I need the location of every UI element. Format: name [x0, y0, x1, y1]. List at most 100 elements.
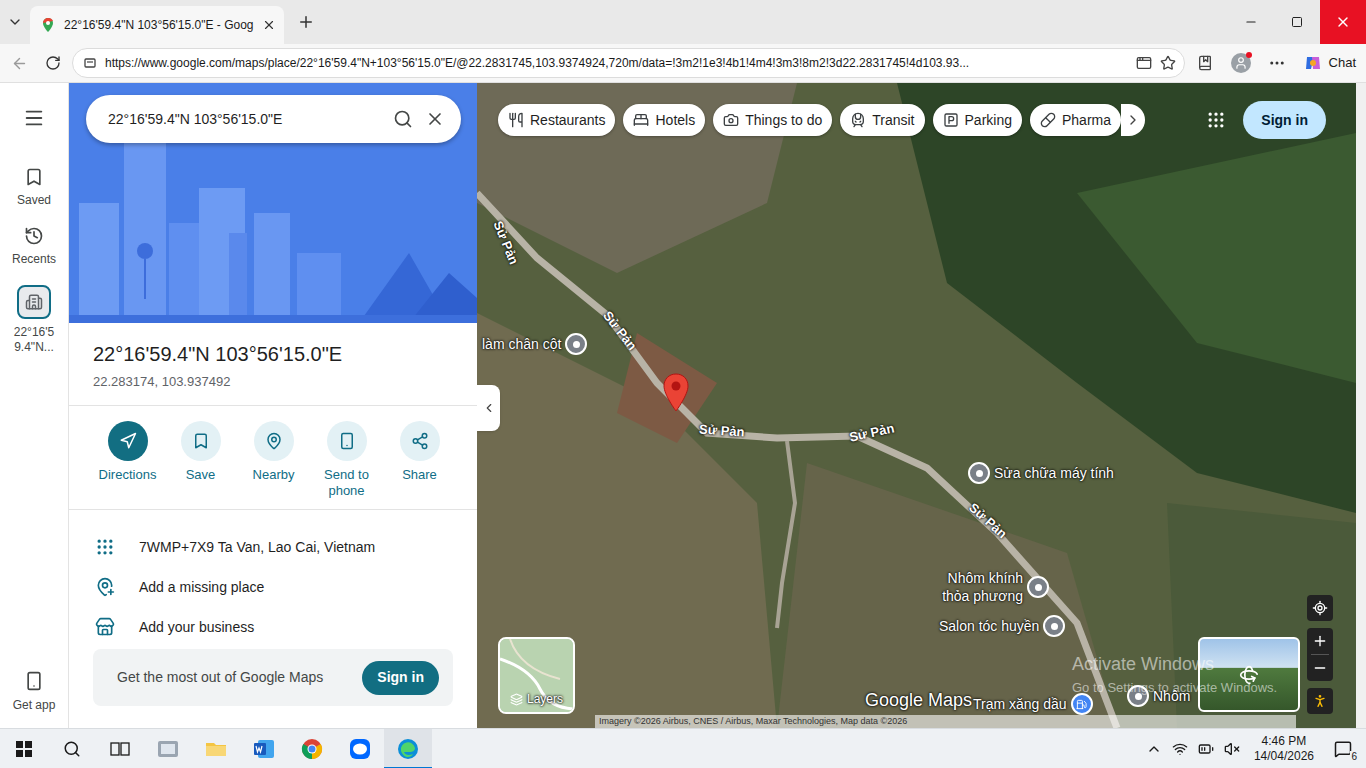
- promo-sign-in-button[interactable]: Sign in: [362, 661, 439, 695]
- action-button[interactable]: Send to phone: [310, 421, 383, 499]
- chips-next-button[interactable]: [1121, 104, 1145, 136]
- street-view-thumbnail[interactable]: [1198, 637, 1300, 712]
- map-place[interactable]: làm chân cột: [482, 333, 587, 355]
- maximize-button[interactable]: [1274, 0, 1320, 44]
- action-label: Save: [186, 467, 216, 483]
- place-pin-icon[interactable]: [968, 462, 990, 484]
- map-place[interactable]: Salon tóc huyền: [939, 615, 1065, 637]
- new-tab-button[interactable]: [284, 0, 328, 44]
- refresh-button[interactable]: [38, 48, 68, 78]
- map-place[interactable]: Nhôm: [1127, 685, 1190, 707]
- my-location-button[interactable]: [1307, 595, 1333, 621]
- category-chip[interactable]: Things to do: [713, 104, 832, 136]
- tray-overflow-icon[interactable]: [1146, 741, 1162, 757]
- clear-search-icon[interactable]: [425, 109, 445, 129]
- rail-item[interactable]: Recents: [4, 226, 64, 267]
- copilot-chat-button[interactable]: Chat: [1297, 48, 1362, 78]
- rail-item[interactable]: Saved: [4, 167, 64, 208]
- pegman-icon: [1312, 693, 1328, 709]
- map-place[interactable]: Nhôm khính thỏa phương: [929, 569, 1049, 605]
- chip-label: Restaurants: [530, 110, 605, 131]
- map-canvas[interactable]: Sử PảnSử PảnSử PảnSử PảnSử Pảnlàm chân c…: [477, 83, 1356, 728]
- action-button[interactable]: Directions: [91, 421, 164, 499]
- profile-button[interactable]: [1225, 48, 1257, 78]
- place-pin-icon[interactable]: [565, 333, 587, 355]
- action-circle: [254, 421, 294, 461]
- action-button[interactable]: Nearby: [237, 421, 310, 499]
- taskbar-search-button[interactable]: [48, 729, 96, 768]
- photos-taskbar-app[interactable]: [144, 729, 192, 768]
- menu-icon[interactable]: [23, 107, 45, 129]
- tab-actions-button[interactable]: [0, 0, 30, 44]
- battery-icon[interactable]: [1198, 741, 1214, 757]
- gas-pin-icon[interactable]: [1071, 693, 1093, 715]
- back-button[interactable]: [4, 48, 34, 78]
- share-icon: [411, 432, 429, 450]
- zoom-out-button[interactable]: [1312, 655, 1328, 681]
- explorer-taskbar-app[interactable]: [192, 729, 240, 768]
- favorite-star-icon[interactable]: [1160, 55, 1176, 71]
- get-app-button[interactable]: Get app: [13, 671, 56, 714]
- chrome-taskbar-app[interactable]: [288, 729, 336, 768]
- minimize-button[interactable]: [1228, 0, 1274, 44]
- action-button[interactable]: Save: [164, 421, 237, 499]
- app-available-icon[interactable]: [1136, 55, 1152, 71]
- info-row[interactable]: Add your business: [69, 607, 477, 647]
- page-scrollbar[interactable]: [1356, 83, 1366, 728]
- place-label[interactable]: Nhôm: [1153, 686, 1190, 707]
- info-row[interactable]: Add a missing place: [69, 567, 477, 607]
- place-label[interactable]: Sửa chữa máy tính: [994, 463, 1114, 484]
- get-app-icon: [24, 671, 44, 691]
- notification-button[interactable]: 6: [1328, 734, 1358, 764]
- collapse-panel-button[interactable]: [477, 385, 500, 431]
- map-place[interactable]: Trạm xăng dầu: [973, 693, 1093, 715]
- layers-button[interactable]: Layers: [498, 637, 575, 714]
- pegman-button[interactable]: [1307, 688, 1333, 714]
- task-view-button[interactable]: [96, 729, 144, 768]
- map-place[interactable]: Sửa chữa máy tính: [968, 462, 1114, 484]
- profile-icon: [1234, 56, 1248, 70]
- attribution-text: Imagery ©2026 Airbus, CNES / Airbus, Max…: [599, 715, 907, 728]
- place-pin-icon[interactable]: [1127, 685, 1149, 707]
- search-icon[interactable]: [393, 109, 413, 129]
- close-tab-icon[interactable]: [262, 18, 276, 32]
- saved-icon: [24, 167, 44, 187]
- rail-item[interactable]: 22°16'59.4"N...: [4, 285, 64, 355]
- search-box[interactable]: 22°16'59.4"N 103°56'15.0"E: [86, 95, 461, 143]
- place-label[interactable]: Trạm xăng dầu: [973, 694, 1067, 715]
- site-info-icon: [83, 56, 97, 70]
- map-sign-in-button[interactable]: Sign in: [1243, 101, 1326, 139]
- zalo-taskbar-app[interactable]: [336, 729, 384, 768]
- edge-taskbar-app[interactable]: [384, 729, 432, 768]
- taskbar-search-icon: [63, 740, 81, 758]
- category-chip[interactable]: Hotels: [623, 104, 705, 136]
- start-button[interactable]: [0, 729, 48, 768]
- more-button[interactable]: [1261, 48, 1293, 78]
- apps-button[interactable]: [1199, 103, 1233, 137]
- more-icon: [1268, 54, 1286, 72]
- dropped-pin-icon[interactable]: [662, 373, 690, 413]
- volume-muted-icon[interactable]: [1224, 741, 1240, 757]
- clock[interactable]: 4:46 PM14/04/2026: [1250, 734, 1318, 764]
- close-window-button[interactable]: [1320, 0, 1366, 44]
- place-pin-icon[interactable]: [1043, 615, 1065, 637]
- place-pin-icon[interactable]: [1027, 576, 1049, 598]
- place-label[interactable]: làm chân cột: [482, 334, 561, 355]
- zoom-in-button[interactable]: [1312, 628, 1328, 654]
- hotel-icon: [633, 112, 649, 128]
- place-label[interactable]: Salon tóc huyền: [939, 616, 1039, 637]
- word-taskbar-app[interactable]: [240, 729, 288, 768]
- address-field[interactable]: https://www.google.com/maps/place/22°16'…: [72, 48, 1185, 78]
- place-coordinates: 22.283174, 103.937492: [93, 373, 453, 391]
- category-chip[interactable]: Restaurants: [498, 104, 615, 136]
- category-chip[interactable]: Transit: [840, 104, 924, 136]
- place-label[interactable]: Nhôm khính thỏa phương: [929, 569, 1023, 605]
- favorites-button[interactable]: [1189, 48, 1221, 78]
- action-button[interactable]: Share: [383, 421, 456, 499]
- info-row[interactable]: 7WMP+7X9 Ta Van, Lao Cai, Vietnam: [69, 527, 477, 567]
- category-chip[interactable]: Parking: [933, 104, 1022, 136]
- category-chip[interactable]: Pharma: [1030, 104, 1121, 136]
- browser-tab[interactable]: 22°16'59.4"N 103°56'15.0"E - Goog: [30, 6, 284, 44]
- network-icon[interactable]: [1172, 741, 1188, 757]
- tab-bar: 22°16'59.4"N 103°56'15.0"E - Goog: [0, 0, 1366, 44]
